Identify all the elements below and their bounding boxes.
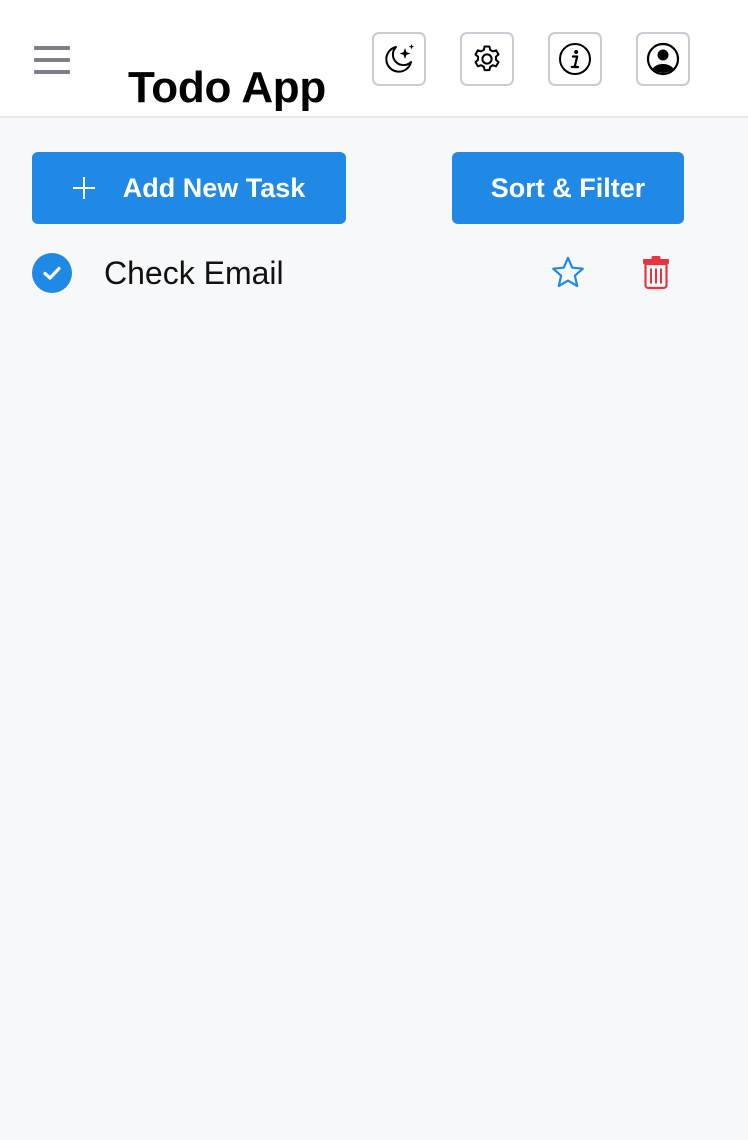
add-new-task-button[interactable]: Add New Task bbox=[32, 152, 346, 224]
delete-button[interactable] bbox=[640, 254, 672, 290]
star-icon bbox=[552, 256, 584, 288]
trash-icon bbox=[643, 256, 669, 290]
app-header: Todo App bbox=[0, 0, 748, 118]
task-label: Check Email bbox=[104, 255, 284, 291]
settings-button[interactable] bbox=[460, 32, 514, 86]
account-button[interactable] bbox=[636, 32, 690, 86]
dark-mode-button[interactable] bbox=[372, 32, 426, 86]
user-account-icon bbox=[646, 42, 680, 76]
add-new-task-label: Add New Task bbox=[122, 172, 306, 203]
sort-filter-label: Sort & Filter bbox=[490, 172, 646, 203]
hamburger-menu-icon[interactable] bbox=[30, 42, 72, 78]
star-button[interactable] bbox=[549, 254, 587, 292]
checkmark-icon bbox=[43, 266, 61, 280]
page-title: Todo App bbox=[128, 63, 326, 113]
info-button[interactable] bbox=[548, 32, 602, 86]
task-complete-checkbox[interactable] bbox=[32, 253, 72, 293]
gear-icon bbox=[474, 45, 500, 72]
sort-filter-button[interactable]: Sort & Filter bbox=[452, 152, 684, 224]
task-item: Check Email bbox=[0, 244, 748, 304]
dark-mode-icon bbox=[385, 44, 415, 73]
plus-icon bbox=[72, 177, 95, 199]
info-icon bbox=[559, 43, 591, 75]
